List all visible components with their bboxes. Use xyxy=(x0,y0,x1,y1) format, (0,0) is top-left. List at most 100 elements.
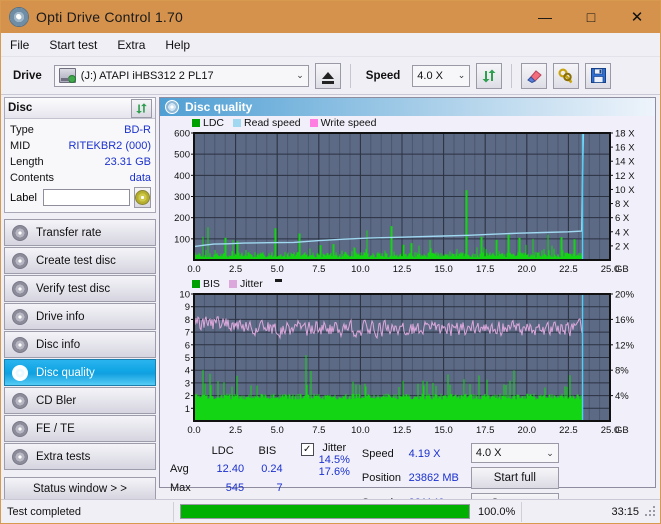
refresh-icon xyxy=(136,102,147,114)
nav-item-fe-te[interactable]: FE / TE xyxy=(4,415,156,442)
table-row: Avg 12.40 0.24 xyxy=(166,460,287,478)
disc-icon xyxy=(12,364,28,381)
svg-text:4: 4 xyxy=(185,366,190,377)
status-window-button[interactable]: Status window > > xyxy=(4,477,156,500)
disc-icon xyxy=(165,100,179,114)
eject-button[interactable] xyxy=(314,62,341,89)
nav-item-create-test-disc[interactable]: Create test disc xyxy=(4,247,156,274)
disc-row-key: Type xyxy=(10,123,34,136)
nav-item-disc-info[interactable]: Disc info xyxy=(4,331,156,358)
svg-text:22.5: 22.5 xyxy=(559,425,578,436)
refresh-button[interactable] xyxy=(476,62,503,89)
disc-row-value: RITEKBR2 (000) xyxy=(68,139,151,152)
svg-text:15.0: 15.0 xyxy=(434,264,453,275)
keys-icon xyxy=(558,67,573,83)
disc-label-row: Label xyxy=(10,187,151,208)
jitter-checkbox[interactable]: ✓ xyxy=(300,443,314,456)
window-controls: — □ ✕ xyxy=(522,1,660,33)
disc-label-button[interactable] xyxy=(133,187,151,208)
nav-item-drive-info[interactable]: Drive info xyxy=(4,303,156,330)
row-ldc: 545 xyxy=(225,481,245,494)
svg-text:12.5: 12.5 xyxy=(393,264,412,275)
legend-swatch xyxy=(228,280,237,288)
menu-start-test[interactable]: Start test xyxy=(49,38,97,52)
svg-text:5.0: 5.0 xyxy=(271,425,284,436)
col-header-ldc: LDC xyxy=(211,445,234,458)
charts-container: LDC Read speed Write speed 100 200 300 4… xyxy=(160,116,655,515)
nav-item-verify-test-disc[interactable]: Verify test disc xyxy=(4,275,156,302)
disc-icon xyxy=(12,392,28,409)
panel-title: Disc quality xyxy=(185,100,253,114)
table-row: Position 23862 MB xyxy=(362,466,463,490)
svg-text:8 X: 8 X xyxy=(615,199,630,210)
svg-text:400: 400 xyxy=(174,171,190,182)
svg-text:0.0: 0.0 xyxy=(187,425,200,436)
row-ldc: 12.40 xyxy=(216,463,245,476)
resize-grip[interactable] xyxy=(645,505,657,518)
menu-extra[interactable]: Extra xyxy=(117,38,145,52)
minimize-button[interactable]: — xyxy=(522,1,568,33)
disc-row-contents: Contents data xyxy=(10,170,151,185)
menu-help[interactable]: Help xyxy=(165,38,190,52)
svg-text:17.5: 17.5 xyxy=(476,264,495,275)
table-row: Speed 4.19 X xyxy=(362,442,463,466)
nav-item-label: Transfer rate xyxy=(36,226,102,239)
disc-icon xyxy=(12,448,28,465)
legend-swatch xyxy=(309,119,318,127)
svg-text:4%: 4% xyxy=(615,391,629,402)
disc-row-key: Length xyxy=(10,155,44,168)
nav-item-label: FE / TE xyxy=(36,422,75,435)
svg-text:200: 200 xyxy=(174,213,190,224)
disc-row-key: Contents xyxy=(10,171,55,184)
nav-item-label: Extra tests xyxy=(36,450,91,463)
close-button[interactable]: ✕ xyxy=(614,1,660,33)
nav-item-cd-bler[interactable]: CD Bler xyxy=(4,387,156,414)
start-full-button[interactable]: Start full xyxy=(470,467,559,489)
menu-bar: File Start test Extra Help xyxy=(1,33,660,57)
test-speed-select[interactable]: 4.0 X ⌄ xyxy=(470,443,559,463)
row-key: Avg xyxy=(170,463,189,476)
svg-text:10: 10 xyxy=(179,290,190,301)
svg-text:20.0: 20.0 xyxy=(518,264,537,275)
disc-row-value: 23.31 GB xyxy=(104,155,151,168)
maximize-button[interactable]: □ xyxy=(568,1,614,33)
save-button[interactable] xyxy=(585,62,612,89)
svg-text:9: 9 xyxy=(185,302,190,313)
cd-icon xyxy=(134,190,150,205)
progress-cell: 100.0% xyxy=(174,500,521,523)
disc-refresh-button[interactable] xyxy=(131,98,152,118)
svg-text:6: 6 xyxy=(185,340,190,351)
nav-item-disc-quality[interactable]: Disc quality xyxy=(4,359,156,386)
status-message-cell: Test completed xyxy=(1,500,173,523)
legend-jitter: Jitter xyxy=(228,278,263,290)
nav-item-extra-tests[interactable]: Extra tests xyxy=(4,443,156,470)
svg-text:4 X: 4 X xyxy=(615,227,630,238)
drive-select[interactable]: (J:) ATAPI iHBS312 2 PL17 ⌄ xyxy=(53,64,309,87)
bis-legend: BIS Jitter xyxy=(162,278,653,290)
progress-fill xyxy=(181,505,469,518)
disc-icon xyxy=(12,252,28,269)
app-window: Opti Drive Control 1.70 — □ ✕ File Start… xyxy=(0,0,661,524)
disc-label-input[interactable] xyxy=(42,189,130,206)
svg-text:20%: 20% xyxy=(615,290,635,301)
disc-row-value: data xyxy=(129,171,151,184)
nav-item-label: Create test disc xyxy=(36,254,116,267)
drive-icon xyxy=(58,68,76,83)
test-nav-list: Transfer rate Create test disc Verify te… xyxy=(4,219,156,470)
nav-item-transfer-rate[interactable]: Transfer rate xyxy=(4,219,156,246)
nav-item-label: Disc info xyxy=(36,338,81,351)
speed-select[interactable]: 4.0 X ⌄ xyxy=(412,64,471,87)
svg-text:10.0: 10.0 xyxy=(351,264,370,275)
svg-text:22.5: 22.5 xyxy=(559,264,578,275)
disc-row-mid: MID RITEKBR2 (000) xyxy=(10,138,151,153)
erase-button[interactable] xyxy=(521,62,548,89)
svg-text:6 X: 6 X xyxy=(615,213,630,224)
nav-item-label: Drive info xyxy=(36,310,85,323)
menu-file[interactable]: File xyxy=(10,38,29,52)
legend-label: Read speed xyxy=(244,117,301,129)
row-bis: 0.24 xyxy=(261,463,283,476)
eject-icon xyxy=(321,72,334,84)
keys-button[interactable] xyxy=(553,62,580,89)
svg-text:12 X: 12 X xyxy=(615,171,635,182)
jitter-avg: 14.5% xyxy=(318,454,350,466)
